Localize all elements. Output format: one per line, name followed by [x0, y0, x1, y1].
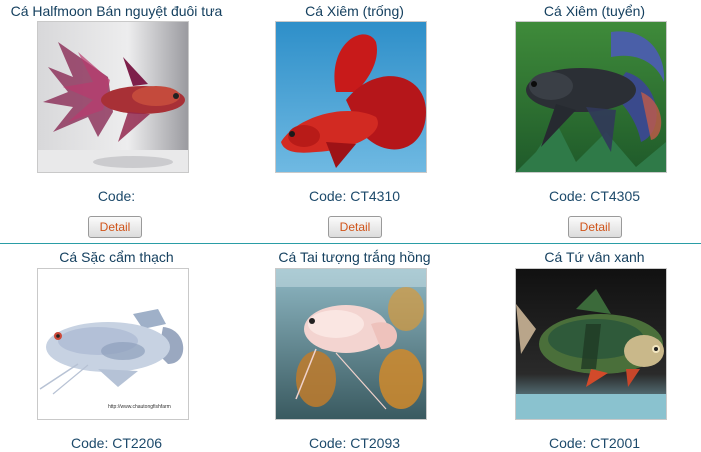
product-image-red-betta[interactable] [275, 21, 427, 173]
product-row-2: Cá Sặc cẩm thạch http://www.chautongfish… [0, 246, 701, 451]
product-card: Cá Halfmoon Bán nguyệt đuôi tưa Code: De… [0, 0, 233, 244]
product-title[interactable]: Cá Sặc cẩm thạch [0, 248, 233, 266]
product-card: Cá Tai tượng trắng hồng Code: CT2093 [238, 246, 471, 451]
product-code: Code: CT4310 [308, 188, 401, 204]
row-divider [0, 243, 701, 244]
product-code: Code: CT2093 [308, 435, 401, 451]
product-image-pink-gourami[interactable] [275, 268, 427, 420]
product-card: Cá Xiêm (trống) Code: CT4310 Detail [238, 0, 471, 244]
detail-button[interactable]: Detail [568, 216, 622, 238]
image-watermark: http://www.chautongfishfarm [108, 404, 171, 410]
product-title[interactable]: Cá Xiêm (trống) [238, 2, 471, 20]
product-row-1: Cá Halfmoon Bán nguyệt đuôi tưa Code: De… [0, 0, 701, 244]
product-image-green-tiger-barb[interactable] [515, 268, 667, 420]
product-card: Cá Sặc cẩm thạch http://www.chautongfish… [0, 246, 233, 451]
product-code: Code: CT2206 [70, 435, 163, 451]
detail-button[interactable]: Detail [328, 216, 382, 238]
detail-button[interactable]: Detail [88, 216, 142, 238]
product-card: Cá Tứ vân xanh Code: CT2001 [478, 246, 701, 451]
product-image-halfmoon-betta[interactable] [37, 21, 189, 173]
product-title[interactable]: Cá Xiêm (tuyển) [478, 2, 701, 20]
product-grid: Cá Halfmoon Bán nguyệt đuôi tưa Code: De… [0, 0, 701, 451]
product-code: Code: CT4305 [548, 188, 641, 204]
product-title[interactable]: Cá Tai tượng trắng hồng [238, 248, 471, 266]
product-code: Code: CT2001 [548, 435, 641, 451]
product-title[interactable]: Cá Halfmoon Bán nguyệt đuôi tưa [0, 2, 233, 20]
product-card: Cá Xiêm (tuyển) Code: CT4305 Detail [478, 0, 701, 244]
product-image-marble-gourami[interactable]: http://www.chautongfishfarm [37, 268, 189, 420]
product-title[interactable]: Cá Tứ vân xanh [478, 248, 701, 266]
product-image-dark-betta[interactable] [515, 21, 667, 173]
product-code: Code: [97, 188, 136, 204]
